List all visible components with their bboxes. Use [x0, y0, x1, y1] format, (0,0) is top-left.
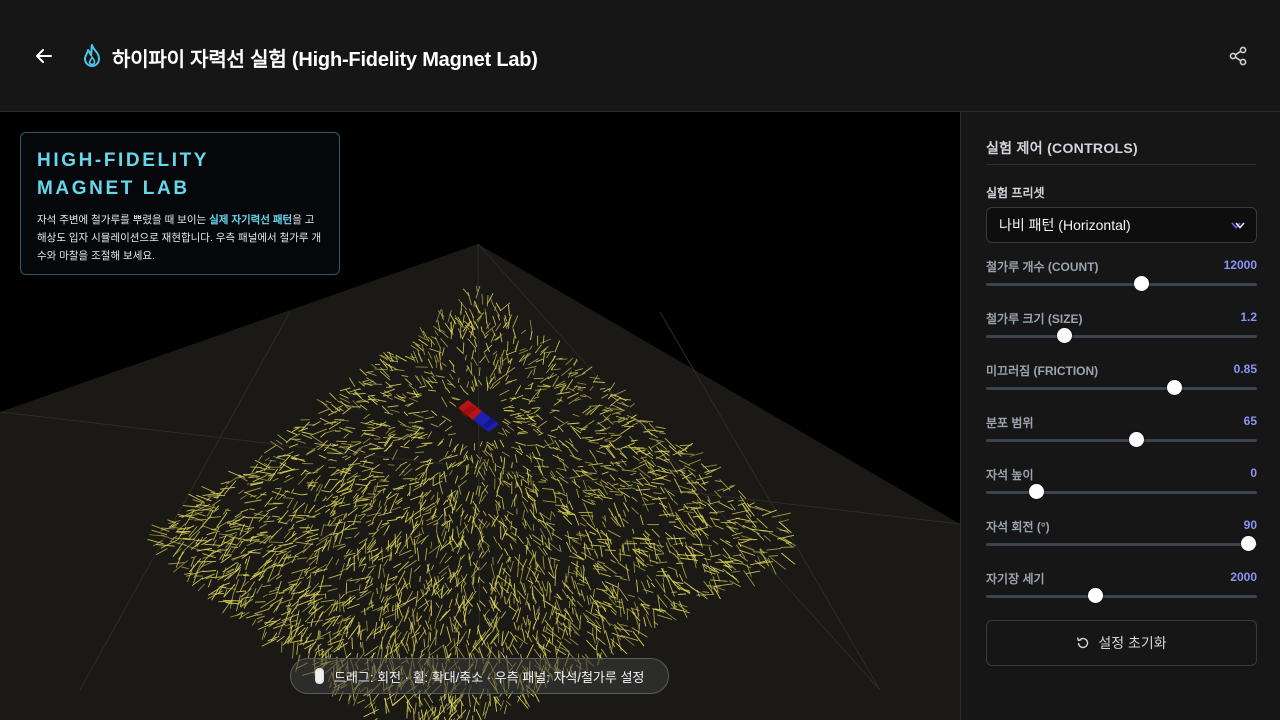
slider-label: 철가루 개수 (COUNT) — [986, 260, 1099, 274]
slider-value: 0 — [1250, 466, 1257, 480]
preset-selected-value: 나비 패턴 (Horizontal) — [999, 217, 1131, 233]
slider-label: 철가루 크기 (SIZE) — [986, 312, 1083, 326]
slider-control: 철가루 크기 (SIZE) 1.2 — [986, 310, 1257, 354]
info-card-title: HIGH-FIDELITY MAGNET LAB — [37, 150, 209, 199]
slider-control: 미끄러짐 (FRICTION) 0.85 — [986, 362, 1257, 406]
slider-control: 자기장 세기 2000 — [986, 570, 1257, 614]
slider-value: 12000 — [1223, 258, 1257, 272]
slider-label: 미끄러짐 (FRICTION) — [986, 364, 1099, 378]
slider-label: 자기장 세기 — [986, 572, 1045, 586]
mouse-icon — [315, 668, 324, 684]
slider-control: 분포 범위 65 — [986, 414, 1257, 458]
slider-control: 철가루 개수 (COUNT) 12000 — [986, 258, 1257, 302]
slider-label: 자석 높이 — [986, 468, 1034, 482]
info-desc-highlight: 실제 자기력선 패턴 — [209, 214, 293, 226]
chevron-down-icon — [1231, 222, 1245, 229]
slider-thumb[interactable] — [1129, 432, 1145, 447]
hint-text: 드래그: 회전 · 휠: 확대/축소 · 우측 패널: 자석/철가루 설정 — [334, 669, 645, 685]
slider-track[interactable] — [986, 595, 1257, 598]
controls-title: 실험 제어 (CONTROLS) — [986, 140, 1138, 156]
back-button[interactable] — [30, 42, 58, 70]
slider-track[interactable] — [986, 283, 1257, 286]
slider-value: 90 — [1243, 518, 1257, 532]
reset-settings-button[interactable]: 설정 초기화 — [986, 620, 1257, 666]
slider-thumb[interactable] — [1134, 276, 1150, 291]
slider-value: 0.85 — [1233, 362, 1257, 376]
slider-value: 1.2 — [1240, 310, 1257, 324]
slider-control: 자석 높이 0 — [986, 466, 1257, 510]
info-card-description: 자석 주변에 철가루를 뿌렸을 때 보이는 실제 자기력선 패턴을 고해상도 입… — [37, 211, 323, 265]
info-card: HIGH-FIDELITY MAGNET LAB 자석 주변에 철가루를 뿌렸을… — [20, 132, 340, 275]
share-icon — [1229, 46, 1247, 66]
slider-thumb[interactable] — [1028, 484, 1044, 499]
slider-label: 자석 회전 (°) — [986, 520, 1050, 534]
slider-thumb[interactable] — [1056, 328, 1072, 343]
slider-thumb[interactable] — [1167, 380, 1183, 395]
share-button[interactable] — [1226, 44, 1250, 68]
slider-thumb[interactable] — [1088, 588, 1104, 603]
slider-track[interactable] — [986, 439, 1257, 442]
slider-track[interactable] — [986, 387, 1257, 390]
slider-value: 2000 — [1230, 570, 1257, 584]
arrow-left-icon — [36, 49, 52, 63]
app-header: 하이파이 자력선 실험 (High-Fidelity Magnet Lab) — [0, 0, 1280, 112]
preset-select[interactable]: 나비 패턴 (Horizontal) — [986, 207, 1257, 243]
info-desc-text: 자석 주변에 철가루를 뿌렸을 때 보이는 — [37, 214, 210, 226]
reset-label: 설정 초기화 — [1098, 635, 1167, 651]
flame-icon — [84, 44, 100, 67]
controls-hint-bar: 드래그: 회전 · 휠: 확대/축소 · 우측 패널: 자석/철가루 설정 — [290, 658, 669, 694]
page-title: 하이파이 자력선 실험 (High-Fidelity Magnet Lab) — [112, 49, 538, 71]
slider-control: 자석 회전 (°) 90 — [986, 518, 1257, 562]
slider-track[interactable] — [986, 491, 1257, 494]
controls-panel: 실험 제어 (CONTROLS) 실험 프리셋 나비 패턴 (Horizonta… — [960, 112, 1280, 720]
preset-label: 실험 프리셋 — [986, 186, 1045, 200]
slider-thumb[interactable] — [1240, 536, 1256, 551]
slider-track[interactable] — [986, 335, 1257, 338]
slider-track[interactable] — [986, 543, 1257, 546]
slider-label: 분포 범위 — [986, 416, 1034, 430]
rotate-ccw-icon — [1077, 637, 1089, 649]
slider-value: 65 — [1243, 414, 1257, 428]
simulation-viewport[interactable]: HIGH-FIDELITY MAGNET LAB 자석 주변에 철가루를 뿌렸을… — [0, 112, 960, 720]
panel-divider — [986, 164, 1256, 165]
